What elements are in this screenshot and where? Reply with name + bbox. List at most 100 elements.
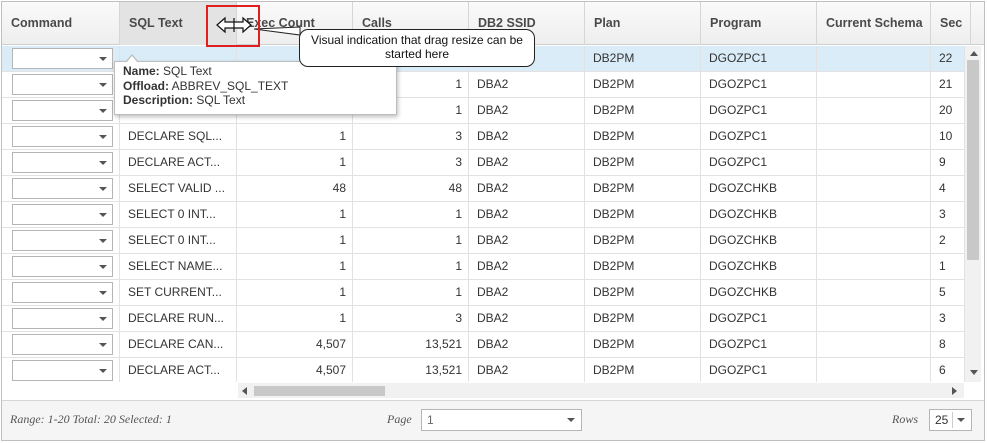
sec-cell: 20	[931, 98, 964, 123]
chevron-down-icon[interactable]	[99, 109, 107, 113]
table-row[interactable]: SELECT NAME... 1 1 DBA2 DB2PM DGOZCHKB 1	[2, 254, 964, 280]
sec-cell: 8	[931, 332, 964, 357]
calls-cell: 3	[353, 124, 469, 149]
command-select[interactable]	[12, 48, 113, 69]
sec-cell: 21	[931, 72, 964, 97]
ssid-cell: DBA2	[469, 150, 585, 175]
header-current-schema[interactable]: Current Schema	[817, 2, 931, 45]
resize-cursor-icon[interactable]	[216, 15, 252, 35]
table-row[interactable]: SELECT 0 INT... 1 1 DBA2 DB2PM DGOZCHKB 2	[2, 228, 964, 254]
calls-cell: 3	[353, 306, 469, 331]
scroll-up-icon[interactable]	[970, 51, 978, 56]
chevron-down-icon[interactable]	[99, 265, 107, 269]
scroll-left-icon[interactable]	[242, 387, 247, 395]
table-row[interactable]: DECLARE ACT... 4,507 13,521 DBA2 DB2PM DGOZPC…	[2, 358, 964, 382]
plan-cell: DB2PM	[585, 46, 701, 71]
scroll-right-icon[interactable]	[952, 387, 957, 395]
ssid-cell: DBA2	[469, 332, 585, 357]
schema-cell	[817, 46, 931, 71]
command-cell	[2, 358, 120, 382]
range-summary: Range: 1-20 Total: 20 Selected: 1	[10, 412, 172, 426]
plan-cell: DB2PM	[585, 98, 701, 123]
table-row[interactable]: DECLARE SQL... 1 3 DBA2 DB2PM DGOZPC1 10	[2, 124, 964, 150]
command-select[interactable]	[12, 204, 113, 225]
table-row[interactable]: SET CURRENT... 1 1 DBA2 DB2PM DGOZCHKB 5	[2, 280, 964, 306]
callout-text: Visual indication that drag resize can b…	[311, 33, 523, 61]
sec-cell: 4	[931, 176, 964, 201]
chevron-down-icon[interactable]	[567, 418, 575, 422]
tooltip-name-label: Name:	[123, 64, 160, 78]
command-select[interactable]	[12, 126, 113, 147]
chevron-down-icon[interactable]	[957, 418, 965, 422]
program-cell: DGOZPC1	[701, 72, 817, 97]
command-cell	[2, 202, 120, 227]
header-command[interactable]: Command	[2, 2, 120, 45]
table-row[interactable]: DECLARE ACT... 1 3 DBA2 DB2PM DGOZPC1 9	[2, 150, 964, 176]
sec-cell: 9	[931, 150, 964, 175]
vertical-scrollbar[interactable]	[964, 46, 981, 382]
schema-cell	[817, 332, 931, 357]
schema-cell	[817, 306, 931, 331]
ssid-cell: DBA2	[469, 72, 585, 97]
command-select[interactable]	[12, 178, 113, 199]
page-select-value: 1	[427, 413, 434, 427]
chevron-down-icon[interactable]	[99, 135, 107, 139]
rows-per-page-select[interactable]: 25	[929, 409, 972, 431]
sql-text-cell: SET CURRENT...	[120, 280, 237, 305]
page-select[interactable]: 1	[421, 409, 582, 431]
tooltip-arrow-inner	[126, 56, 138, 63]
command-select[interactable]	[12, 74, 113, 95]
chevron-down-icon[interactable]	[99, 239, 107, 243]
table-row[interactable]: SELECT VALID ... 48 48 DBA2 DB2PM DGOZCHKB 4	[2, 176, 964, 202]
tooltip-name-value: SQL Text	[163, 64, 212, 78]
exec-count-cell: 1	[237, 306, 353, 331]
chevron-down-icon[interactable]	[99, 213, 107, 217]
plan-cell: DB2PM	[585, 176, 701, 201]
command-select[interactable]	[12, 360, 113, 381]
chevron-down-icon[interactable]	[99, 317, 107, 321]
sec-cell: 22	[931, 46, 964, 71]
header-program[interactable]: Program	[701, 2, 817, 45]
chevron-down-icon[interactable]	[99, 161, 107, 165]
horizontal-scroll-thumb[interactable]	[254, 386, 385, 396]
command-select[interactable]	[12, 152, 113, 173]
command-select[interactable]	[12, 100, 113, 121]
chevron-down-icon[interactable]	[99, 369, 107, 373]
program-cell: DGOZCHKB	[701, 176, 817, 201]
plan-cell: DB2PM	[585, 358, 701, 382]
command-select[interactable]	[12, 334, 113, 355]
table-row[interactable]: SELECT 0 INT... 1 1 DBA2 DB2PM DGOZCHKB 3	[2, 202, 964, 228]
command-select[interactable]	[12, 282, 113, 303]
command-select[interactable]	[12, 256, 113, 277]
command-cell	[2, 332, 120, 357]
header-plan[interactable]: Plan	[585, 2, 701, 45]
program-cell: DGOZCHKB	[701, 228, 817, 253]
command-cell	[2, 280, 120, 305]
command-select[interactable]	[12, 308, 113, 329]
plan-cell: DB2PM	[585, 72, 701, 97]
chevron-down-icon[interactable]	[99, 83, 107, 87]
command-cell	[2, 124, 120, 149]
chevron-down-icon[interactable]	[99, 291, 107, 295]
command-cell	[2, 254, 120, 279]
schema-cell	[817, 254, 931, 279]
chevron-down-icon[interactable]	[99, 57, 107, 61]
vertical-scroll-thumb[interactable]	[967, 60, 979, 260]
exec-count-cell: 1	[237, 228, 353, 253]
schema-cell	[817, 202, 931, 227]
ssid-cell: DBA2	[469, 280, 585, 305]
sec-cell: 6	[931, 358, 964, 382]
table-row[interactable]: DECLARE RUN... 1 3 DBA2 DB2PM DGOZPC1 3	[2, 306, 964, 332]
program-cell: DGOZPC1	[701, 306, 817, 331]
schema-cell	[817, 150, 931, 175]
page-label: Page	[387, 412, 412, 426]
horizontal-scrollbar[interactable]	[238, 383, 964, 398]
chevron-down-icon[interactable]	[99, 343, 107, 347]
chevron-down-icon[interactable]	[99, 187, 107, 191]
sec-cell: 5	[931, 280, 964, 305]
table-row[interactable]: DECLARE CAN... 4,507 13,521 DBA2 DB2PM DGOZPC…	[2, 332, 964, 358]
scroll-down-icon[interactable]	[970, 370, 978, 375]
header-sec[interactable]: Sec	[931, 2, 971, 45]
calls-cell: 1	[353, 202, 469, 227]
command-select[interactable]	[12, 230, 113, 251]
